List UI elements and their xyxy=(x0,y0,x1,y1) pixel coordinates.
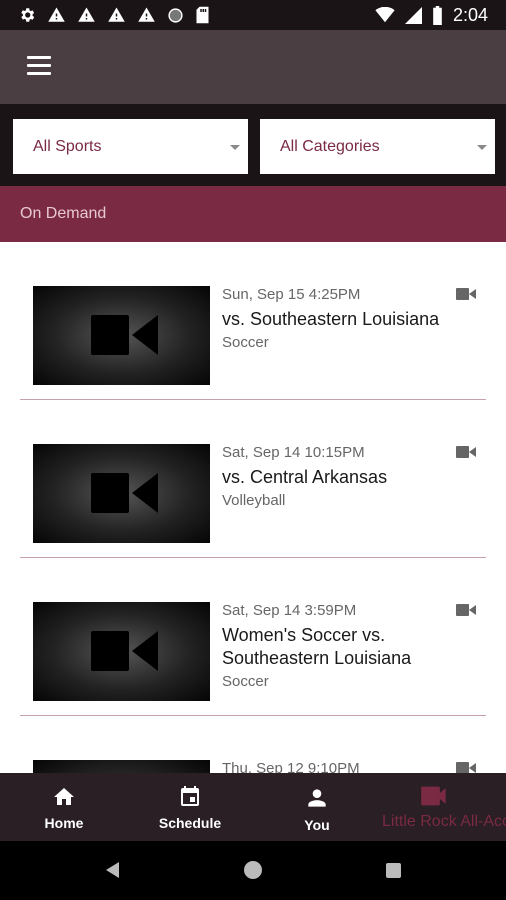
video-camera-icon xyxy=(91,631,129,671)
item-title: Women's Soccer vs. Southeastern Louisian… xyxy=(222,625,412,668)
person-icon xyxy=(308,789,326,807)
item-title: vs. Central Arkansas xyxy=(222,467,388,487)
warning-icon xyxy=(48,7,65,22)
dropdown-arrow-icon xyxy=(477,145,487,150)
app-bar xyxy=(0,30,506,104)
nav-you-label: You xyxy=(304,817,330,833)
filter-bar: All Sports All Categories xyxy=(0,104,506,186)
record-icon xyxy=(168,7,183,23)
item-date: Sat, Sep 14 3:59PM xyxy=(222,602,357,619)
back-icon[interactable] xyxy=(106,862,119,878)
item-category: Volleyball xyxy=(222,492,286,509)
nav-home[interactable]: Home xyxy=(4,773,124,841)
item-date: Sat, Sep 14 10:15PM xyxy=(222,444,365,461)
nav-live-access[interactable]: Little Rock All-Access xyxy=(378,773,506,841)
warning-icon xyxy=(108,7,125,22)
item-date: Sun, Sep 15 4:25PM xyxy=(222,286,361,303)
item-title: vs. Southeastern Louisiana xyxy=(222,309,440,329)
sports-dropdown[interactable]: All Sports xyxy=(13,119,248,174)
list-item[interactable]: Sun, Sep 15 4:25PM vs. Southeastern Loui… xyxy=(20,242,486,400)
video-thumbnail[interactable] xyxy=(33,602,210,701)
video-icon xyxy=(456,446,476,458)
list-item[interactable]: Sat, Sep 14 10:15PM vs. Central Arkansas… xyxy=(20,400,486,558)
nav-schedule-label: Schedule xyxy=(158,815,222,831)
status-bar: 2:04 xyxy=(0,0,506,30)
sd-card-icon xyxy=(196,6,209,24)
item-date: Thu, Sep 12 9:10PM xyxy=(222,760,360,773)
bottom-nav: Home Schedule You Little Rock All-Access xyxy=(0,773,506,841)
dropdown-arrow-icon xyxy=(230,145,240,150)
video-thumbnail[interactable] xyxy=(33,760,210,773)
battery-icon xyxy=(433,5,442,25)
video-icon xyxy=(456,762,476,773)
nav-home-label: Home xyxy=(44,815,84,831)
gear-icon xyxy=(21,8,35,22)
video-thumbnail[interactable] xyxy=(33,286,210,385)
list-item[interactable]: Thu, Sep 12 9:10PM xyxy=(20,716,486,773)
nav-live-label: Little Rock All-Access xyxy=(382,813,506,830)
video-camera-icon xyxy=(421,786,446,806)
section-title: On Demand xyxy=(20,205,107,222)
video-list: Sun, Sep 15 4:25PM vs. Southeastern Loui… xyxy=(0,242,506,773)
section-header: On Demand xyxy=(0,186,506,242)
home-icon xyxy=(54,788,74,805)
nav-schedule[interactable]: Schedule xyxy=(130,773,250,841)
calendar-icon xyxy=(181,786,199,806)
categories-dropdown[interactable]: All Categories xyxy=(260,119,495,174)
video-icon xyxy=(456,604,476,616)
list-item[interactable]: Sat, Sep 14 3:59PM Women's Soccer vs. So… xyxy=(20,558,486,716)
nav-you[interactable]: You xyxy=(257,773,377,841)
warning-icon xyxy=(138,7,155,22)
video-thumbnail[interactable] xyxy=(33,444,210,543)
system-nav-bar xyxy=(0,841,506,900)
sports-dropdown-value: All Sports xyxy=(33,137,102,155)
categories-dropdown-value: All Categories xyxy=(280,137,380,155)
video-icon xyxy=(456,288,476,300)
clock: 2:04 xyxy=(452,4,488,25)
home-button-icon[interactable] xyxy=(244,861,262,879)
hamburger-menu-icon[interactable] xyxy=(22,48,56,82)
recents-icon[interactable] xyxy=(386,863,401,878)
video-camera-icon xyxy=(91,315,129,355)
wifi-icon xyxy=(375,7,395,23)
item-category: Soccer xyxy=(222,673,269,690)
warning-icon xyxy=(78,7,95,22)
item-category: Soccer xyxy=(222,334,269,351)
signal-icon xyxy=(404,6,422,24)
video-camera-icon xyxy=(91,473,129,513)
